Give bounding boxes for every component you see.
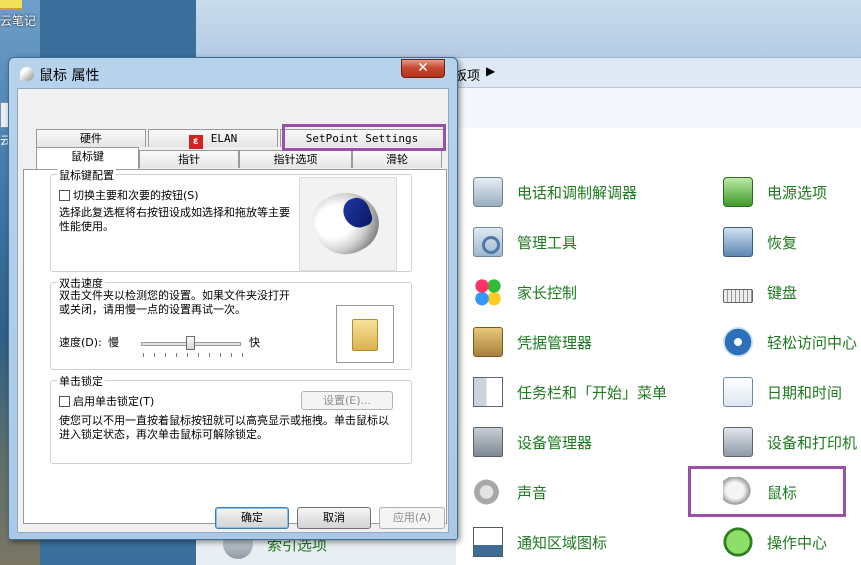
cp-item-label: 设备管理器: [517, 433, 593, 452]
click-lock-checkbox[interactable]: 启用单击锁定(T): [59, 393, 154, 409]
slider-ticks: [143, 353, 243, 357]
cp-item-notification-area[interactable]: 通知区域图标: [473, 525, 607, 559]
cp-item-label: 声音: [517, 483, 548, 502]
double-click-description: 双击文件夹以检测您的设置。如果文件夹没打开或关闭，请用慢一点的设置再试一次。: [59, 289, 290, 316]
mouse-properties-dialog: 鼠标 属性 ✕ 硬件 ε ELAN SetPoint Settings 鼠标键 指…: [8, 57, 458, 540]
slider-thumb[interactable]: [186, 336, 195, 350]
date-time-icon: [723, 377, 753, 407]
cp-item-label: 电话和调制解调器: [517, 183, 638, 202]
ease-of-access-icon: [723, 327, 753, 357]
cp-item-recovery[interactable]: 恢复: [723, 225, 797, 259]
cp-item-label: 任务栏和「开始」菜单: [517, 383, 668, 402]
cp-item-device-manager[interactable]: 设备管理器: [473, 425, 592, 459]
cp-item-devices-printers[interactable]: 设备和打印机: [723, 425, 857, 459]
cp-item-credential-manager[interactable]: 凭据管理器: [473, 325, 592, 359]
recovery-icon: [723, 227, 753, 257]
cp-item-label: 轻松访问中心: [767, 333, 858, 352]
slow-label: 慢: [108, 336, 119, 349]
folder-icon[interactable]: [352, 319, 378, 351]
cp-item-taskbar-start[interactable]: 任务栏和「开始」菜单: [473, 375, 667, 409]
cp-item-label: 键盘: [767, 283, 798, 302]
cp-item-parental-controls[interactable]: 家长控制: [473, 275, 577, 309]
dialog-title: 鼠标 属性: [39, 68, 100, 84]
power-options-icon: [723, 177, 753, 207]
mouse-body-icon: [303, 180, 389, 266]
button-config-description: 选择此复选框将右按钮设成如选择和拖放等主要性能使用。: [59, 206, 290, 233]
cp-item-label: 凭据管理器: [517, 333, 593, 352]
dialog-body: 硬件 ε ELAN SetPoint Settings 鼠标键 指针 指针选项 滑…: [17, 88, 449, 533]
tab-mouse-buttons[interactable]: 鼠标键: [36, 147, 139, 169]
admin-tools-icon: [473, 227, 503, 257]
cp-item-label: 管理工具: [517, 233, 578, 252]
notification-area-icon: [473, 527, 503, 557]
cp-item-phone-modem[interactable]: 电话和调制解调器: [473, 175, 637, 209]
apply-button[interactable]: 应用(A): [379, 507, 445, 529]
breadcrumb-arrow-icon[interactable]: ▶: [486, 64, 495, 78]
tab-elan[interactable]: ε ELAN: [148, 129, 278, 149]
keyboard-icon: [723, 289, 753, 303]
mouse-item-highlight: [688, 466, 846, 517]
test-folder-area[interactable]: [336, 305, 394, 363]
mouse-illustration: [299, 177, 397, 271]
cp-item-ease-of-access[interactable]: 轻松访问中心: [723, 325, 857, 359]
click-lock-title: 单击锁定: [57, 373, 105, 389]
double-click-group: 双击速度 双击文件夹以检测您的设置。如果文件夹没打开或关闭，请用慢一点的设置再试…: [50, 275, 412, 370]
action-center-icon: [723, 527, 753, 557]
speed-label: 速度(D):: [59, 336, 102, 349]
cp-item-label: 设备和打印机: [767, 433, 858, 452]
credential-manager-icon: [473, 327, 503, 357]
cancel-button[interactable]: 取消: [297, 507, 371, 529]
cp-item-label: 恢复: [767, 233, 798, 252]
cloud-note-icon[interactable]: [0, 0, 22, 10]
tab-pointers[interactable]: 指针: [139, 150, 239, 168]
click-lock-settings-button[interactable]: 设置(E)...: [301, 391, 393, 410]
cp-item-power-options[interactable]: 电源选项: [723, 175, 827, 209]
desktop-shortcut-label[interactable]: 云笔记: [0, 12, 36, 29]
control-panel-titlebar: [196, 0, 861, 58]
cp-item-label: 日期和时间: [767, 383, 843, 402]
checkbox-box[interactable]: [59, 189, 70, 201]
ok-button[interactable]: 确定: [215, 507, 289, 529]
cp-item-label: 通知区域图标: [517, 533, 608, 552]
cp-item-keyboard[interactable]: 键盘: [723, 275, 797, 309]
phone-modem-icon: [473, 177, 503, 207]
click-lock-description: 使您可以不用一直按着鼠标按钮就可以高亮显示或拖拽。单击鼠标以进入锁定状态，再次单…: [59, 414, 389, 441]
checkbox-box[interactable]: [59, 395, 70, 407]
cp-item-admin-tools[interactable]: 管理工具: [473, 225, 577, 259]
close-button[interactable]: ✕: [401, 59, 445, 78]
parental-controls-icon: [473, 277, 503, 307]
fast-label: 快: [249, 336, 260, 349]
elan-logo-icon: ε: [188, 135, 203, 149]
click-lock-group: 单击锁定 启用单击锁定(T) 设置(E)... 使您可以不用一直按着鼠标按钮就可…: [50, 373, 412, 464]
switch-buttons-label[interactable]: 切换主要和次要的按钮(S): [73, 187, 199, 203]
cp-item-label: 家长控制: [517, 283, 578, 302]
taskbar-start-menu-icon: [473, 377, 503, 407]
cp-item-date-time[interactable]: 日期和时间: [723, 375, 842, 409]
devices-printers-icon: [723, 427, 753, 457]
sound-icon: [473, 477, 503, 507]
cp-item-sound[interactable]: 声音: [473, 475, 547, 509]
cp-item-label: 电源选项: [767, 183, 828, 202]
click-lock-label[interactable]: 启用单击锁定(T): [73, 393, 154, 409]
tab-wheel[interactable]: 滑轮: [352, 150, 442, 168]
button-config-title: 鼠标键配置: [57, 167, 116, 183]
device-manager-icon: [473, 427, 503, 457]
mouse-icon: [20, 67, 34, 81]
button-config-group: 鼠标键配置 切换主要和次要的按钮(S) 选择此复选框将右按钮设成如选择和拖放等主…: [50, 167, 412, 272]
tab-page-mouse-buttons: 鼠标键配置 切换主要和次要的按钮(S) 选择此复选框将右按钮设成如选择和拖放等主…: [23, 167, 447, 524]
tab-elan-label: ELAN: [210, 132, 238, 145]
setpoint-tab-highlight: [282, 124, 446, 151]
switch-buttons-checkbox[interactable]: 切换主要和次要的按钮(S): [59, 187, 199, 203]
tab-hardware[interactable]: 硬件: [36, 129, 146, 147]
tab-pointer-options[interactable]: 指针选项: [239, 150, 352, 168]
cp-item-action-center[interactable]: 操作中心: [723, 525, 827, 559]
cp-item-label: 操作中心: [767, 533, 828, 552]
